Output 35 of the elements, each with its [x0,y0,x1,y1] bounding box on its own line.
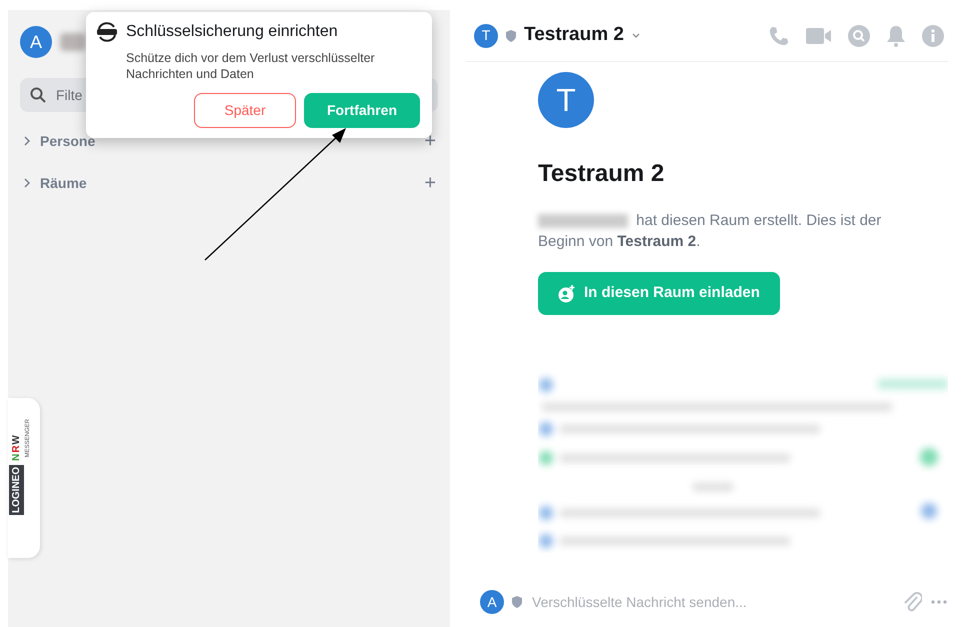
room-created-text: hat diesen Raum erstellt. Dies ist der Beginn von Testraum 2. [538,211,882,252]
continue-button[interactable]: Fortfahren [304,92,420,128]
add-button[interactable]: + [424,126,436,156]
paperclip-icon[interactable] [902,591,922,613]
later-button[interactable]: Später [194,92,296,128]
popup-title: Schlüsselsicherung einrichten [126,22,338,42]
section-label[interactable]: Räume [40,172,87,194]
chevron-icon[interactable] [22,178,32,188]
add-user-icon [558,284,576,302]
bell-icon[interactable] [886,24,906,46]
user-avatar[interactable]: A [20,26,52,58]
room-avatar[interactable]: T [474,24,498,48]
room-name[interactable]: Testraum 2 [524,21,624,50]
blurred-username [60,33,86,51]
phone-icon[interactable] [768,24,790,46]
logo-accent-text: NRW [10,434,23,461]
section-label[interactable]: Persone [40,130,96,152]
popup-message: Schütze dich vor dem Verlust verschlüsselter Nachrichten und Daten [126,50,376,82]
user-avatar[interactable]: A [480,590,504,614]
filter-field[interactable]: Filte [54,84,114,106]
video-camera-icon[interactable] [806,26,832,46]
search-icon[interactable] [848,24,870,46]
room-heading: Testraum 2 [538,159,666,189]
info-icon[interactable] [922,24,944,46]
chevron-icon[interactable] [22,136,32,146]
room-avatar: T [538,72,594,128]
add-button[interactable]: + [424,168,436,198]
chevron-down-icon[interactable] [632,32,640,38]
shield-icon [506,30,516,42]
more-options-icon[interactable] [930,599,948,605]
search-icon [30,87,46,103]
logo-text: LOGINEO [9,464,24,515]
shield-icon [512,596,522,608]
key-backup-icon [96,22,118,42]
invite-button[interactable]: In diesen Raum einladen [538,272,780,315]
